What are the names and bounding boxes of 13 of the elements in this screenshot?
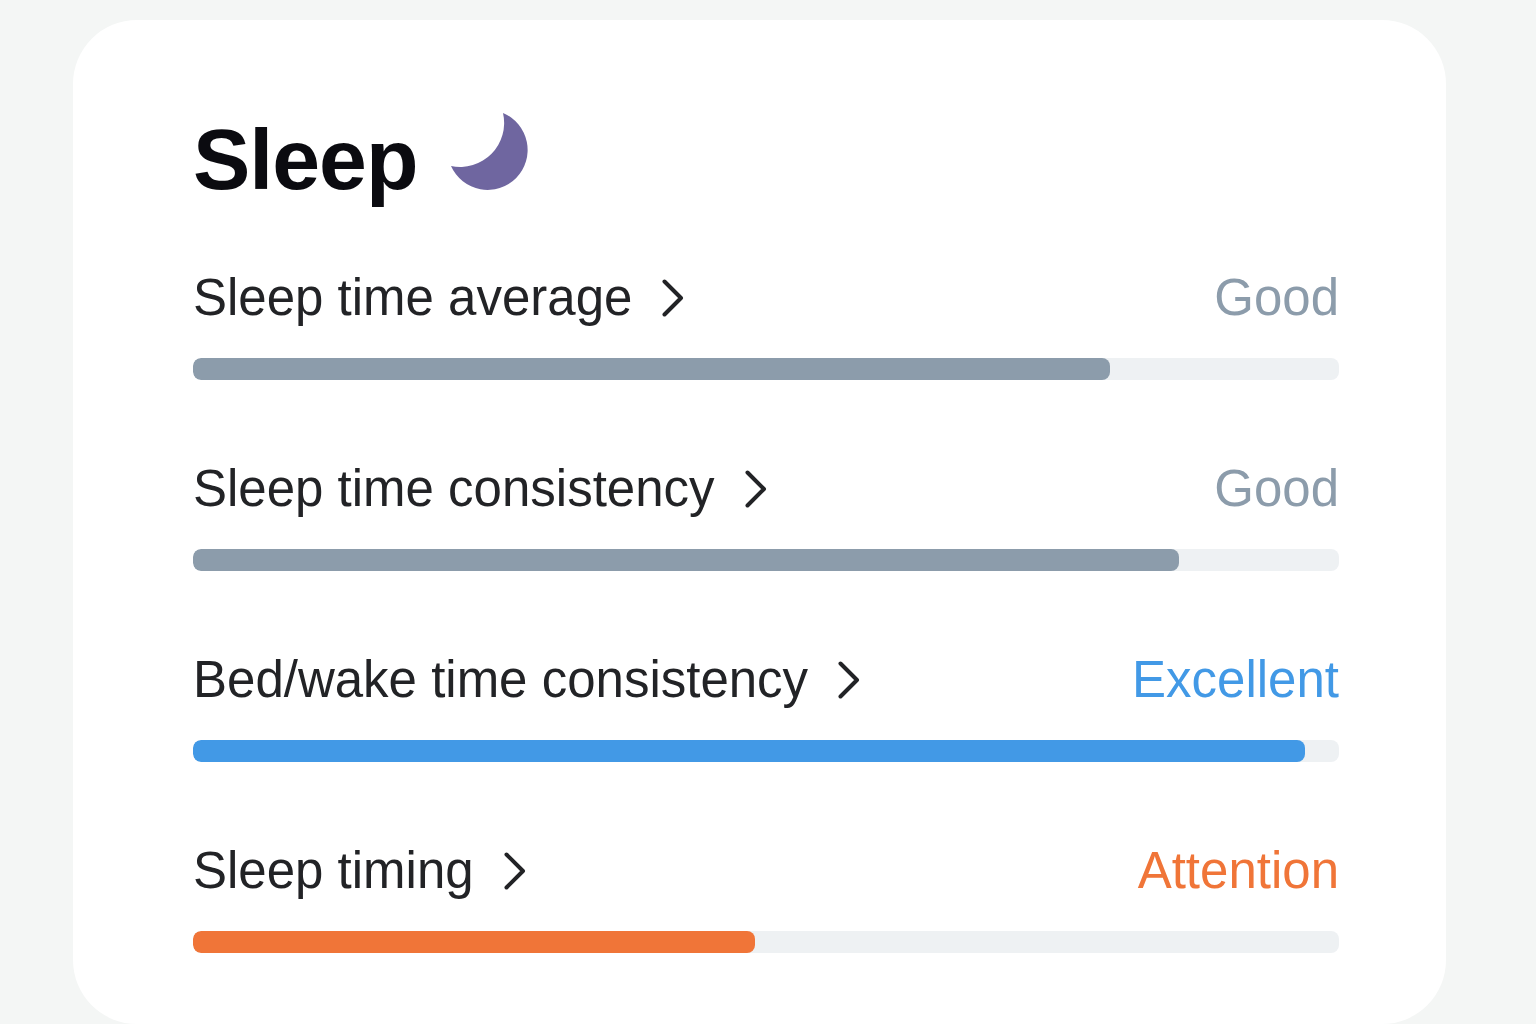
metric-link[interactable]: Bed/wake time consistency — [193, 649, 861, 710]
status-label: Good — [1214, 268, 1339, 328]
chevron-right-icon — [744, 469, 767, 508]
status-label: Excellent — [1132, 650, 1339, 710]
chevron-right-icon — [503, 851, 526, 890]
card-title: Sleep — [193, 110, 418, 210]
chevron-right-icon — [838, 660, 861, 699]
metric-link[interactable]: Sleep timing — [193, 840, 526, 901]
status-label: Attention — [1137, 841, 1339, 901]
metric-link[interactable]: Sleep time average — [193, 267, 685, 328]
status-label: Good — [1214, 459, 1339, 519]
chevron-right-icon — [662, 278, 685, 317]
metric-link[interactable]: Sleep time consistency — [193, 458, 767, 519]
